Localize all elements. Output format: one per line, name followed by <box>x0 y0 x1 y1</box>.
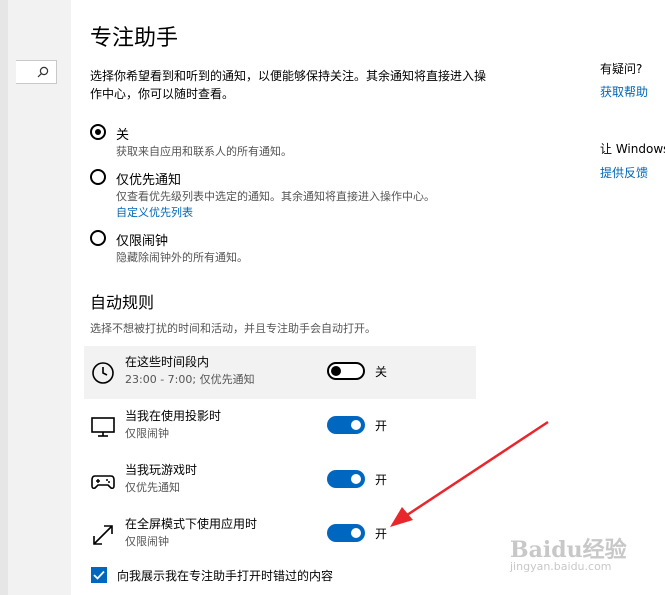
monitor-icon <box>91 417 115 437</box>
rule-subtitle: 仅优先通知 <box>125 481 180 494</box>
page-description: 选择你希望看到和听到的通知，以便能够保持关注。其余通知将直接进入操作中心，你可以… <box>90 69 487 101</box>
left-nav-edge <box>0 0 8 595</box>
toggle-state-label: 开 <box>375 419 388 433</box>
left-nav-pane <box>0 0 71 595</box>
toggle-state-label: 开 <box>375 473 388 487</box>
rule-projecting-toggle[interactable] <box>327 416 365 434</box>
radio-off[interactable] <box>90 124 106 140</box>
get-help-link[interactable]: 获取帮助 <box>600 83 648 100</box>
rule-gaming-toggle[interactable] <box>327 470 365 488</box>
rule-time-toggle[interactable] <box>327 362 365 380</box>
toggle-state-label: 关 <box>375 365 388 379</box>
rule-projecting[interactable]: 当我在使用投影时 仅限闹钟 开 <box>84 400 476 453</box>
rule-time-period[interactable]: 在这些时间段内 23:00 - 7:00; 仅优先通知 关 <box>84 346 476 399</box>
radio-alarms-only[interactable] <box>90 230 106 246</box>
mode-alarms-label: 仅限闹钟 <box>116 234 169 249</box>
rule-title: 当我在使用投影时 <box>125 409 222 423</box>
mode-off-label: 关 <box>116 128 130 143</box>
rule-fullscreen[interactable]: 在全屏模式下使用应用时 仅限闹钟 开 <box>84 508 476 561</box>
auto-rules-desc: 选择不想被打扰的时间和活动，并且专注助手会自动打开。 <box>90 322 376 335</box>
toggle-knob <box>351 474 361 484</box>
rule-fullscreen-toggle[interactable] <box>327 524 365 542</box>
toggle-knob <box>351 528 361 538</box>
help-question: 有疑问? <box>600 62 643 76</box>
search-input[interactable] <box>16 60 57 84</box>
fullscreen-icon <box>93 525 113 545</box>
mode-alarms-desc: 隐藏除闹钟外的所有通知。 <box>116 251 248 264</box>
watermark: Baidu经验 jingyan.baidu.com <box>510 532 627 573</box>
improve-windows-label: 让 Windows <box>600 142 665 156</box>
rule-title: 在全屏模式下使用应用时 <box>125 517 258 531</box>
show-missed-checkbox[interactable] <box>91 567 107 583</box>
checkmark-icon <box>93 570 105 580</box>
rule-subtitle: 仅限闹钟 <box>125 535 169 548</box>
rule-gaming[interactable]: 当我玩游戏时 仅优先通知 开 <box>84 454 476 507</box>
give-feedback-link[interactable]: 提供反馈 <box>600 164 648 181</box>
rule-subtitle: 仅限闹钟 <box>125 427 169 440</box>
watermark-url: jingyan.baidu.com <box>510 560 612 573</box>
toggle-knob <box>351 420 361 430</box>
rule-title: 在这些时间段内 <box>125 355 210 369</box>
mode-priority-label: 仅优先通知 <box>116 173 182 188</box>
mode-off-desc: 获取来自应用和联系人的所有通知。 <box>116 145 292 158</box>
customize-priority-list-link[interactable]: 自定义优先列表 <box>116 204 193 220</box>
radio-priority-only[interactable] <box>90 169 106 185</box>
rule-subtitle: 23:00 - 7:00; 仅优先通知 <box>125 373 255 386</box>
toggle-knob <box>331 366 341 376</box>
show-missed-label[interactable]: 向我展示我在专注助手打开时错过的内容 <box>117 567 333 584</box>
search-icon[interactable] <box>37 66 49 78</box>
page-title: 专注助手 <box>90 26 179 51</box>
toggle-state-label: 开 <box>375 527 388 541</box>
clock-icon <box>92 362 114 384</box>
mode-priority-desc: 仅查看优先级列表中选定的通知。其余通知将直接进入操作中心。 <box>116 190 435 203</box>
gamepad-icon <box>91 475 115 490</box>
auto-rules-title: 自动规则 <box>90 293 155 312</box>
rule-title: 当我玩游戏时 <box>125 463 198 477</box>
